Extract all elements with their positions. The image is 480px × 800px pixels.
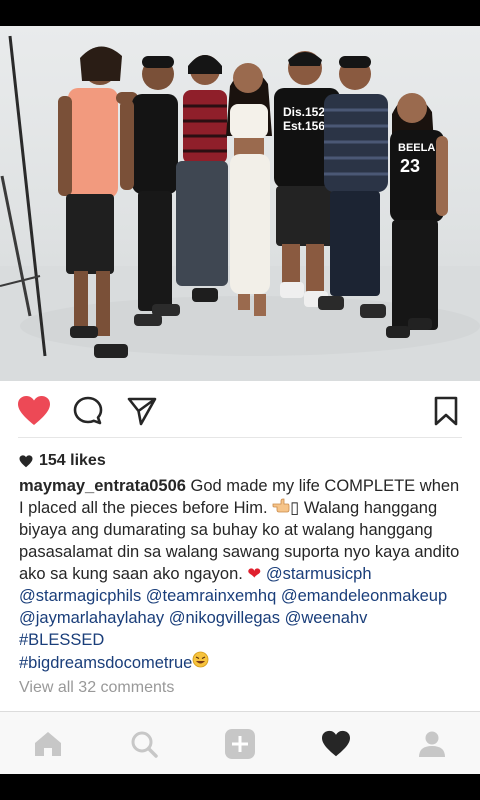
jersey-number: 23 xyxy=(400,156,420,176)
direct-share-icon xyxy=(127,397,157,426)
red-heart-emoji-icon: ❤ xyxy=(247,565,262,583)
mention-3[interactable]: @teamrainxemhq xyxy=(146,587,276,605)
nav-home[interactable] xyxy=(28,724,68,764)
caption-placeholder-glyph: ▯ xyxy=(290,499,300,517)
group-photo-illustration: Dis.1521 Est.1565 BEELA 23 xyxy=(0,35,480,381)
likes-count: 154 likes xyxy=(39,452,106,469)
status-bar xyxy=(0,0,480,26)
profile-icon xyxy=(419,731,445,757)
save-button[interactable] xyxy=(426,391,466,431)
heart-filled-icon xyxy=(18,396,50,425)
nav-profile[interactable] xyxy=(412,724,452,764)
home-icon xyxy=(35,732,61,756)
search-icon xyxy=(131,731,158,758)
mention-1[interactable]: @starmusicph xyxy=(266,565,372,583)
pointing-hand-emoji-icon xyxy=(272,497,290,519)
comment-bubble-icon xyxy=(73,396,103,425)
nav-activity[interactable] xyxy=(316,724,356,764)
view-all-comments-link[interactable]: View all 32 comments xyxy=(19,679,174,697)
nav-search[interactable] xyxy=(124,724,164,764)
add-icon xyxy=(225,729,255,759)
laughing-emoji-icon xyxy=(192,651,209,674)
share-button[interactable] xyxy=(122,391,162,431)
bookmark-icon xyxy=(434,396,458,426)
mention-4[interactable]: @emandeleonmakeup xyxy=(281,587,447,605)
mention-5[interactable]: @jaymarlahaylahay xyxy=(19,609,164,627)
person-4 xyxy=(226,63,272,316)
mention-6[interactable]: @nikogvillegas xyxy=(169,609,280,627)
bottom-navigation xyxy=(0,711,480,775)
small-heart-icon xyxy=(19,454,33,467)
activity-heart-icon xyxy=(322,730,350,757)
post-photo[interactable]: Dis.1521 Est.1565 BEELA 23 xyxy=(0,26,480,381)
like-button[interactable] xyxy=(14,391,54,431)
hashtag-2[interactable]: #bigdreamsdocometrue xyxy=(19,654,192,672)
post-actions xyxy=(0,385,480,437)
mention-7[interactable]: @weenahv xyxy=(285,609,368,627)
system-bar xyxy=(0,774,480,800)
caption-username[interactable]: maymay_entrata0506 xyxy=(19,477,186,495)
jersey-letters: BEELA xyxy=(398,142,435,154)
mention-2[interactable]: @starmagicphils xyxy=(19,587,141,605)
hashtag-1[interactable]: #BLESSED xyxy=(19,631,104,649)
post-caption: maymay_entrata0506 God made my life COMP… xyxy=(19,475,467,674)
person-3 xyxy=(176,55,228,302)
likes-row[interactable]: 154 likes xyxy=(19,449,106,473)
actions-divider xyxy=(18,437,462,438)
comment-button[interactable] xyxy=(68,391,108,431)
nav-add[interactable] xyxy=(220,724,260,764)
